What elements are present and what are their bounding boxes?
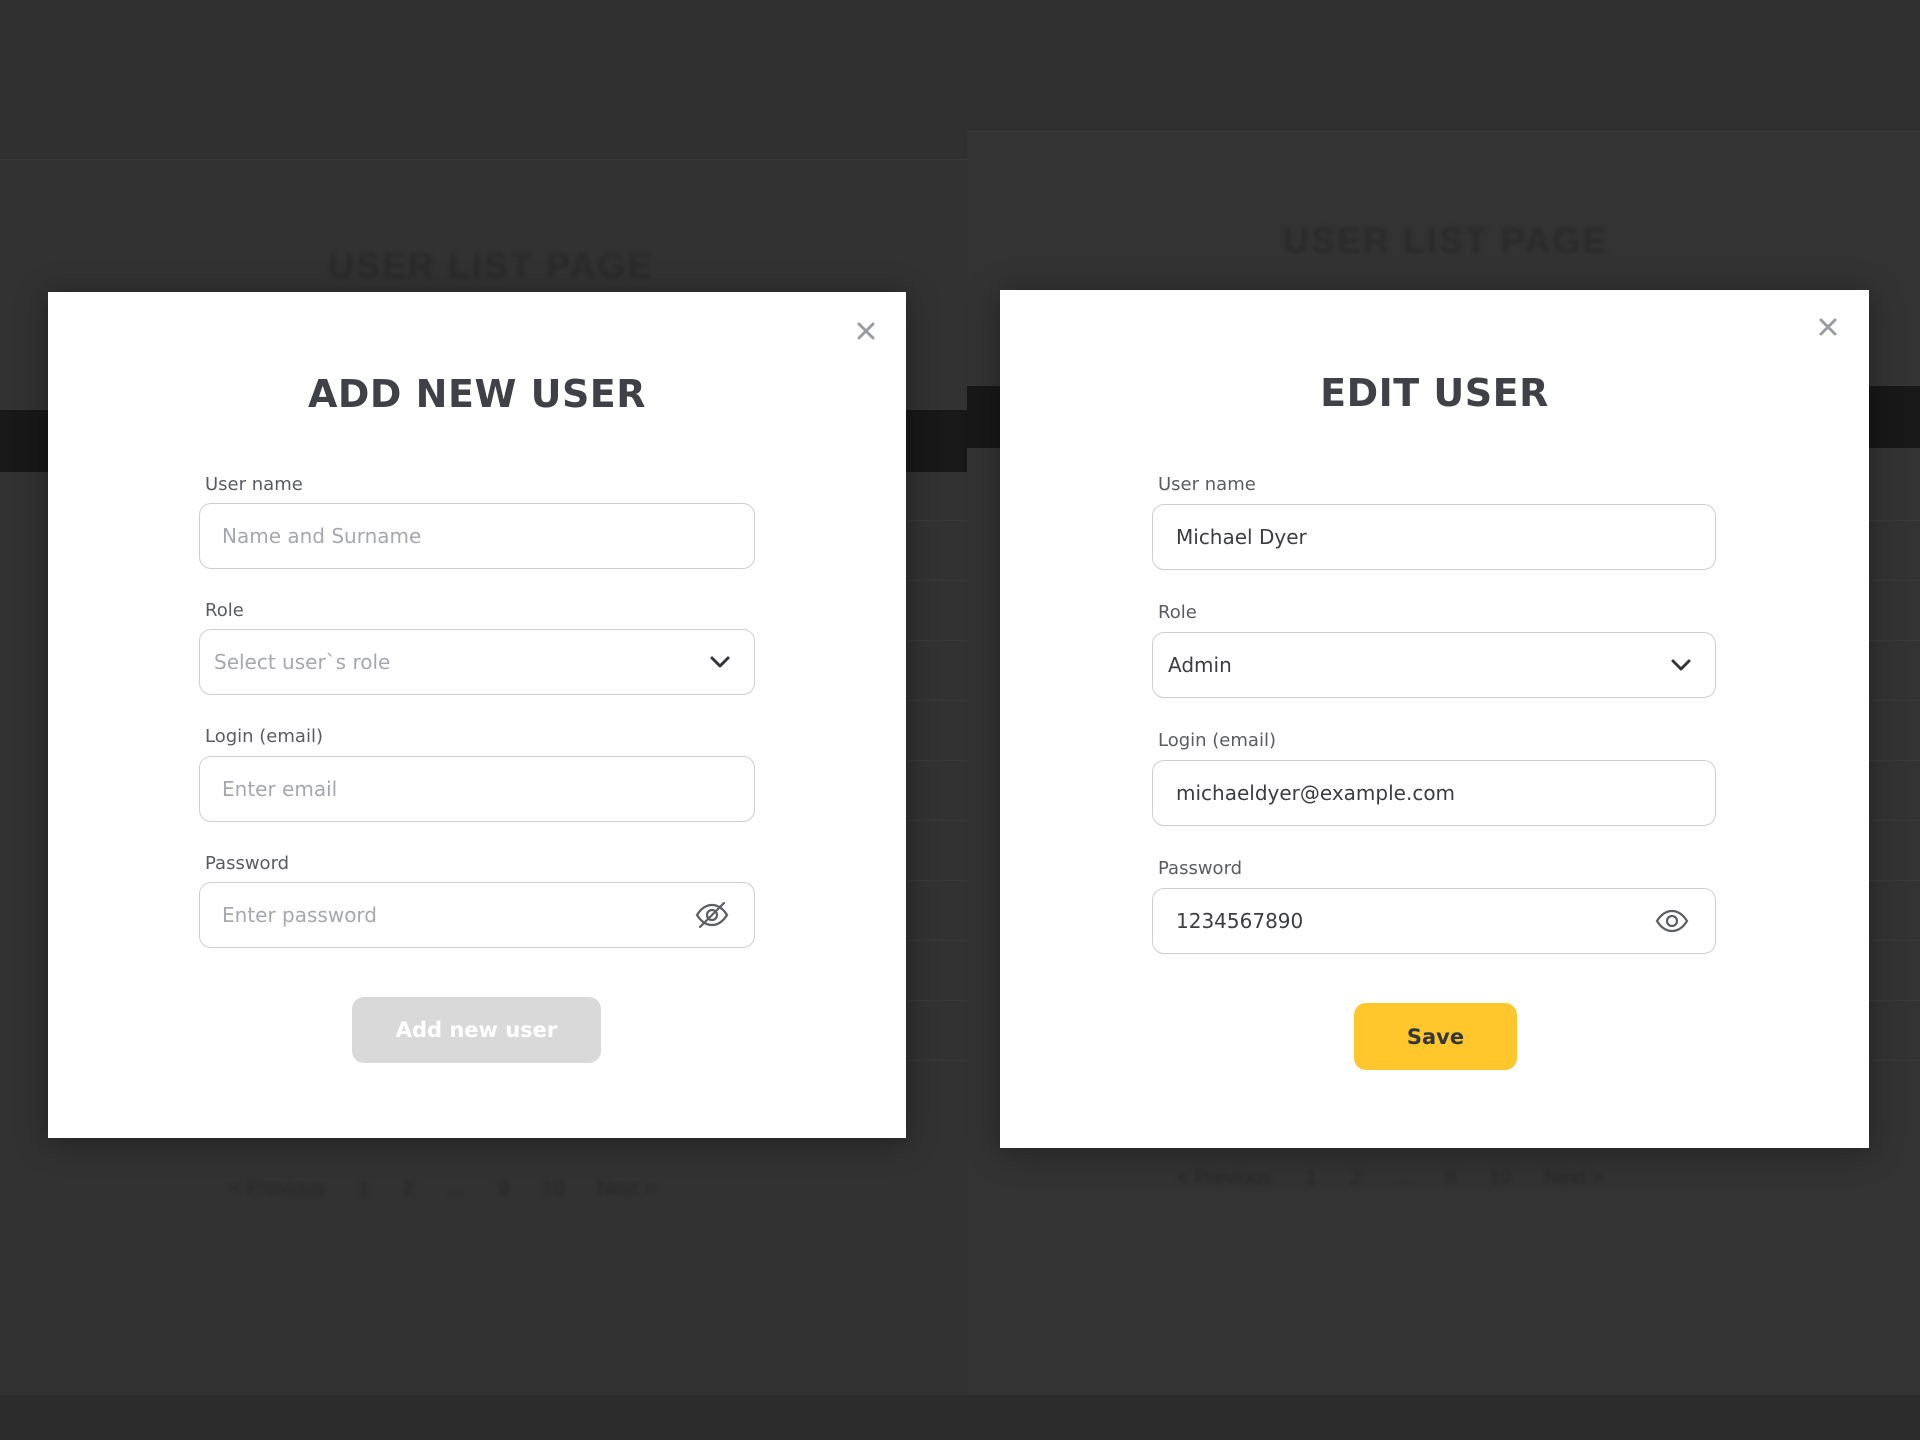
eye-off-icon[interactable] — [692, 895, 732, 935]
username-label: User name — [205, 474, 303, 495]
role-placeholder: Select user`s role — [214, 650, 391, 674]
password-label: Password — [205, 853, 290, 874]
background-table-row — [1869, 760, 1920, 761]
role-select[interactable]: Admin — [1152, 632, 1716, 698]
background-table-row — [906, 640, 967, 641]
chevron-down-icon[interactable] — [700, 642, 740, 682]
background-pagination: < Previous 1 2 ... 9 10 Next > — [230, 1178, 656, 1200]
close-icon — [1819, 318, 1837, 336]
username-input[interactable]: Michael Dyer — [1152, 504, 1716, 570]
add-user-modal: ADD NEW USER User name Name and Surname … — [48, 292, 906, 1138]
username-placeholder: Name and Surname — [222, 524, 422, 548]
background-table-row — [906, 880, 967, 881]
modal-title: ADD NEW USER — [307, 372, 647, 416]
background-table-row — [1869, 700, 1920, 701]
background-table-row — [1869, 820, 1920, 821]
role-label: Role — [205, 600, 244, 621]
background-table-row — [906, 580, 967, 581]
background-table-row — [906, 1000, 967, 1001]
edit-user-modal: EDIT USER User name Michael Dyer Role Ad… — [1000, 290, 1869, 1148]
background-page-title: USER LIST PAGE — [1283, 220, 1609, 261]
background-table-row — [1869, 1000, 1920, 1001]
background-pagination: < Previous 1 2 ... 9 10 Next > — [1177, 1167, 1603, 1189]
background-table-row — [1869, 580, 1920, 581]
role-label: Role — [1158, 602, 1197, 623]
email-placeholder: Enter email — [222, 777, 338, 801]
background-table-row — [906, 1060, 967, 1061]
password-value: 1234567890 — [1176, 909, 1304, 933]
save-button[interactable]: Save — [1354, 1003, 1517, 1070]
chevron-down-icon[interactable] — [1661, 645, 1701, 685]
background-header — [0, 0, 967, 160]
background-table-row — [1869, 940, 1920, 941]
background-footer — [967, 1395, 1920, 1440]
eye-icon[interactable] — [1652, 901, 1692, 941]
background-table-row — [906, 940, 967, 941]
background-table-row — [906, 520, 967, 521]
close-button[interactable] — [1813, 312, 1843, 342]
email-label: Login (email) — [1158, 730, 1276, 751]
role-value: Admin — [1168, 653, 1232, 677]
background-header — [967, 0, 1920, 132]
background-table-row — [1869, 520, 1920, 521]
modal-title: EDIT USER — [1320, 371, 1549, 415]
background-page-title: USER LIST PAGE — [328, 245, 654, 286]
email-input[interactable]: michaeldyer@example.com — [1152, 760, 1716, 826]
background-footer — [0, 1395, 967, 1440]
background-table-row — [906, 820, 967, 821]
background-table-row — [1869, 640, 1920, 641]
password-placeholder: Enter password — [222, 903, 377, 927]
password-label: Password — [1158, 858, 1243, 879]
background-table-row — [906, 700, 967, 701]
background-table-row — [906, 760, 967, 761]
email-value: michaeldyer@example.com — [1176, 781, 1456, 805]
add-new-user-button[interactable]: Add new user — [352, 997, 601, 1063]
role-select[interactable]: Select user`s role — [199, 629, 755, 695]
close-button[interactable] — [851, 316, 881, 346]
email-input[interactable]: Enter email — [199, 756, 755, 822]
password-input[interactable]: Enter password — [199, 882, 755, 948]
email-label: Login (email) — [205, 726, 323, 747]
password-input[interactable]: 1234567890 — [1152, 888, 1716, 954]
background-table-row — [1869, 880, 1920, 881]
background-table-row — [1869, 1060, 1920, 1061]
username-value: Michael Dyer — [1176, 525, 1307, 549]
close-icon — [857, 322, 875, 340]
username-label: User name — [1158, 474, 1256, 495]
username-input[interactable]: Name and Surname — [199, 503, 755, 569]
